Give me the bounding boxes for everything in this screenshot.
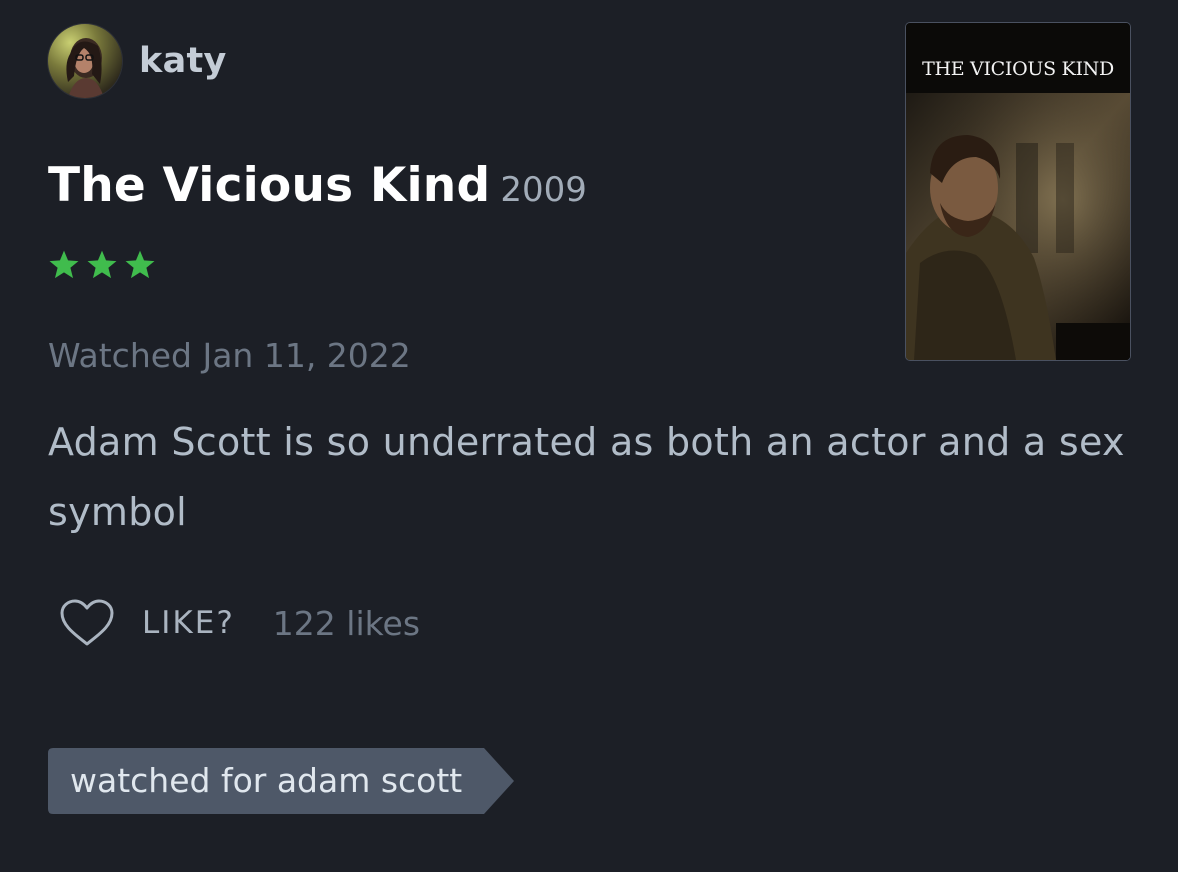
film-year[interactable]: 2009 [500,170,587,210]
like-button[interactable]: LIKE? [58,598,235,648]
user-avatar[interactable] [48,24,122,98]
watched-date: Watched Jan 11, 2022 [48,336,411,375]
like-count[interactable]: 122 likes [273,604,420,643]
film-headline: The Vicious Kind 2009 [48,158,587,213]
poster-title: THE VICIOUS KIND [922,58,1114,80]
star-icon [47,249,81,281]
tag[interactable]: watched for adam scott [48,748,514,814]
review-card: katy The Vicious Kind 2009 Watched Jan 11… [0,0,1178,872]
star-icon [85,249,119,281]
review-text: Adam Scott is so underrated as both an a… [48,420,1125,534]
username[interactable]: katy [139,41,227,81]
film-title[interactable]: The Vicious Kind [48,158,490,213]
reviewer[interactable]: katy [48,24,227,98]
like-label[interactable]: LIKE? [142,605,235,641]
star-rating [47,249,157,281]
heart-outline-icon[interactable] [58,598,116,648]
tag-label[interactable]: watched for adam scott [48,748,462,814]
film-poster[interactable]: THE VICIOUS KIND [906,23,1130,360]
star-icon [123,249,157,281]
like-row: LIKE? 122 likes [58,598,420,648]
